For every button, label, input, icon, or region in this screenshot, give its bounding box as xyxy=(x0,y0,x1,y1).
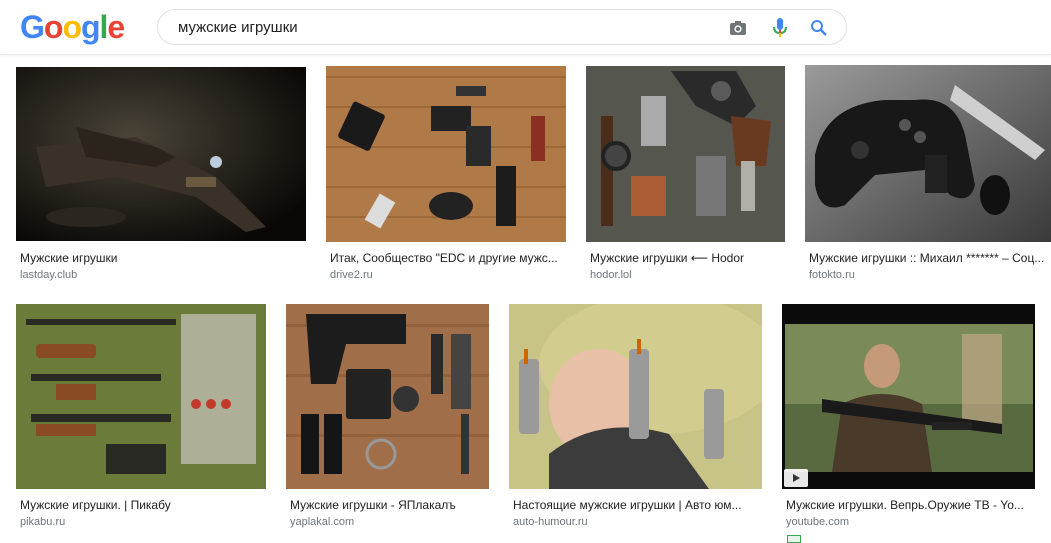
result-source[interactable]: pikabu.ru xyxy=(20,515,65,529)
logo-letter: l xyxy=(99,9,109,45)
result-source[interactable]: fotokto.ru xyxy=(809,268,855,282)
result-caption[interactable]: Мужские игрушки xyxy=(20,250,305,266)
microphone-icon[interactable] xyxy=(769,17,791,39)
badge-icon xyxy=(787,535,801,543)
result-caption[interactable]: Мужские игрушки. | Пикабу xyxy=(20,497,265,513)
logo-letter: e xyxy=(107,9,125,45)
search-input[interactable] xyxy=(178,10,708,44)
result-source[interactable]: drive2.ru xyxy=(330,268,373,282)
result-thumbnail-gamepad[interactable] xyxy=(805,65,1051,242)
result-source[interactable]: auto-humour.ru xyxy=(513,515,588,529)
search-icon[interactable] xyxy=(808,17,830,39)
result-thumbnail-youtube[interactable] xyxy=(782,304,1035,489)
result-caption[interactable]: Итак, Сообщество "EDC и другие мужс... xyxy=(330,250,565,266)
result-thumbnail-edc[interactable] xyxy=(326,66,566,242)
logo-letter: g xyxy=(80,9,101,45)
result-source[interactable]: youtube.com xyxy=(786,515,849,529)
search-box xyxy=(157,9,847,45)
result-thumbnail-yaplakal[interactable] xyxy=(286,304,489,489)
logo-letter: o xyxy=(62,9,82,45)
result-caption[interactable]: Мужские игрушки :: Михаил ******* – Соц.… xyxy=(809,250,1051,266)
logo-letter: G xyxy=(20,9,45,45)
result-source[interactable]: yaplakal.com xyxy=(290,515,354,529)
result-thumbnail-baby[interactable] xyxy=(509,304,762,489)
result-thumbnail-rifle[interactable] xyxy=(16,67,306,241)
result-thumbnail-pikabu[interactable] xyxy=(16,304,266,489)
result-caption[interactable]: Мужские игрушки ⟵ Hodor xyxy=(590,250,785,266)
result-source[interactable]: lastday.club xyxy=(20,268,77,282)
result-caption[interactable]: Мужские игрушки - ЯПлакалъ xyxy=(290,497,490,513)
result-thumbnail-hodor[interactable] xyxy=(586,66,785,242)
google-logo[interactable]: Google xyxy=(20,9,125,46)
header: Google xyxy=(0,0,1051,55)
result-source[interactable]: hodor.lol xyxy=(590,268,632,282)
camera-icon[interactable] xyxy=(727,17,749,39)
logo-letter: o xyxy=(43,9,64,45)
result-caption[interactable]: Настоящие мужские игрушки | Авто юм... xyxy=(513,497,758,513)
result-caption[interactable]: Мужские игрушки. Вепрь.Оружие ТВ - Yo... xyxy=(786,497,1031,513)
video-play-icon[interactable] xyxy=(784,469,808,487)
